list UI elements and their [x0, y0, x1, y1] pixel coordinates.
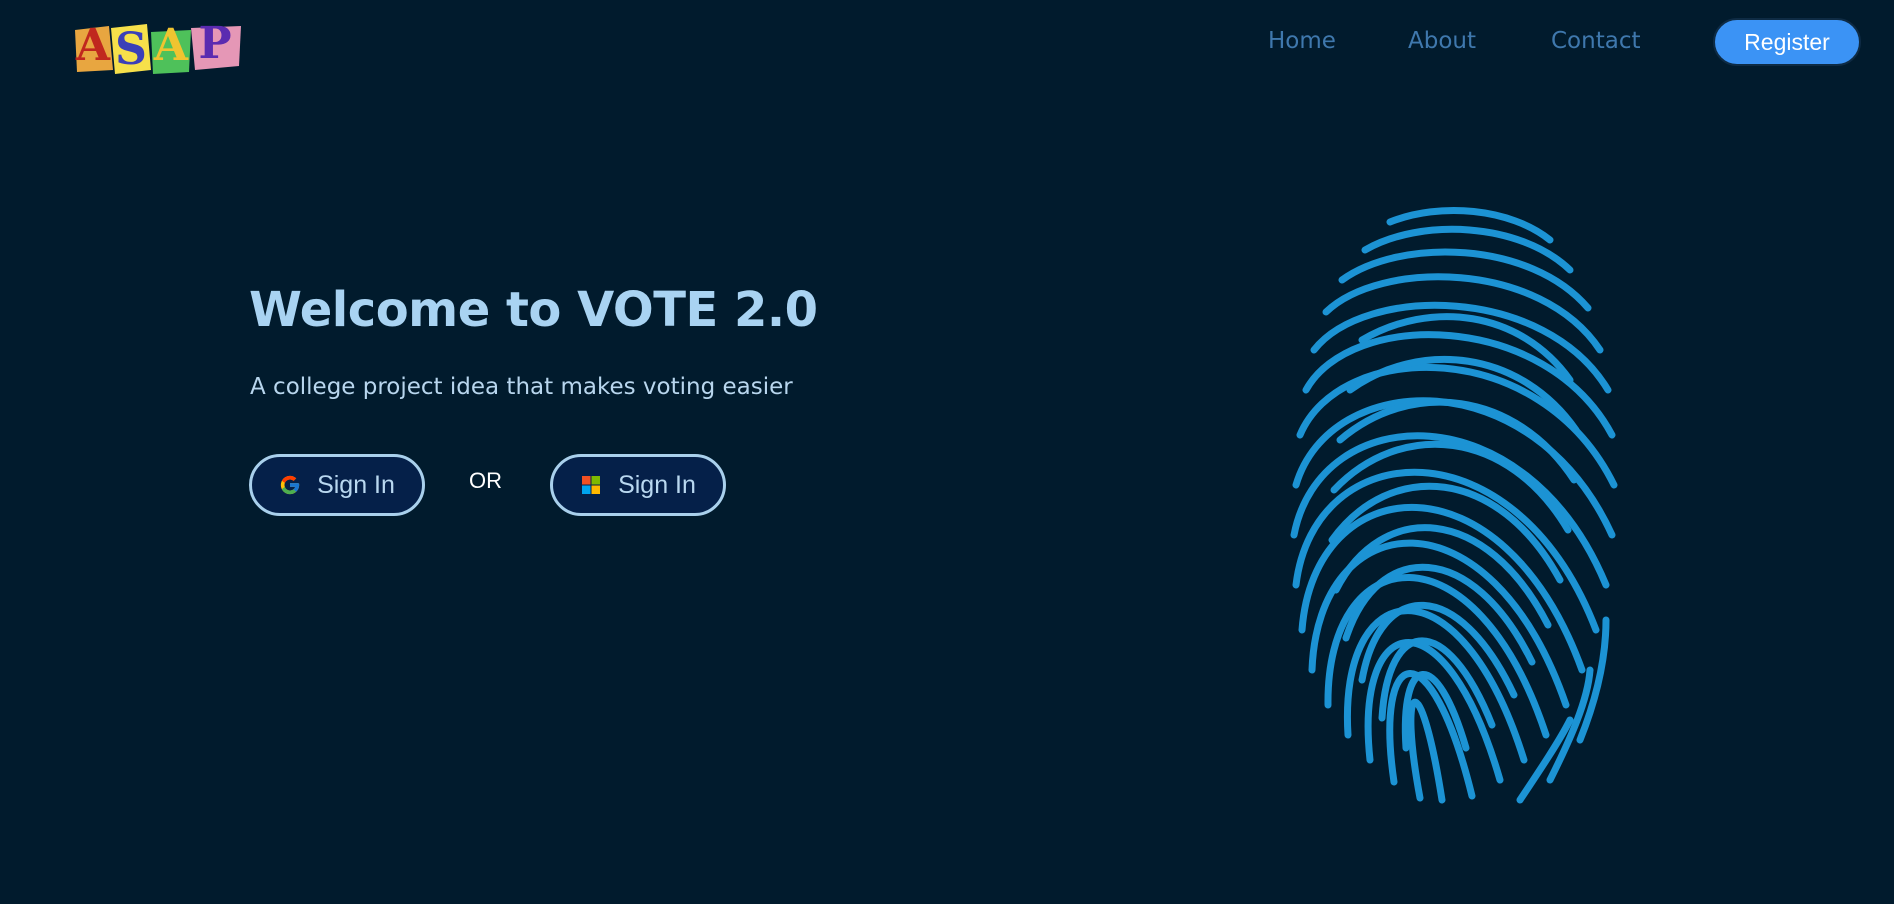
header: A S A P Home About Contact Register — [0, 0, 1894, 90]
logo-letter-2: S — [115, 24, 147, 75]
or-separator: OR — [469, 468, 502, 493]
google-signin-label: Sign In — [317, 470, 395, 499]
nav-contact-link[interactable]: Contact — [1551, 28, 1640, 54]
microsoft-signin-button[interactable]: Sign In — [550, 454, 726, 516]
logo[interactable]: A S A P — [73, 22, 243, 78]
google-signin-button[interactable]: Sign In — [249, 454, 425, 516]
nav-about-link[interactable]: About — [1408, 28, 1476, 54]
hero-title: Welcome to VOTE 2.0 — [249, 282, 818, 338]
microsoft-signin-label: Sign In — [618, 470, 696, 499]
page: A S A P Home About Contact Register Welc… — [0, 0, 1894, 904]
google-icon — [279, 474, 301, 496]
fingerprint-icon — [1290, 207, 1618, 804]
hero-subtitle: A college project idea that makes voting… — [250, 374, 793, 400]
nav-home-link[interactable]: Home — [1268, 28, 1336, 54]
logo-letter-1: A — [75, 20, 111, 71]
microsoft-icon — [580, 474, 602, 496]
logo-letter-4: P — [198, 18, 232, 69]
logo-letter-3: A — [153, 20, 189, 71]
register-button[interactable]: Register — [1713, 18, 1861, 66]
